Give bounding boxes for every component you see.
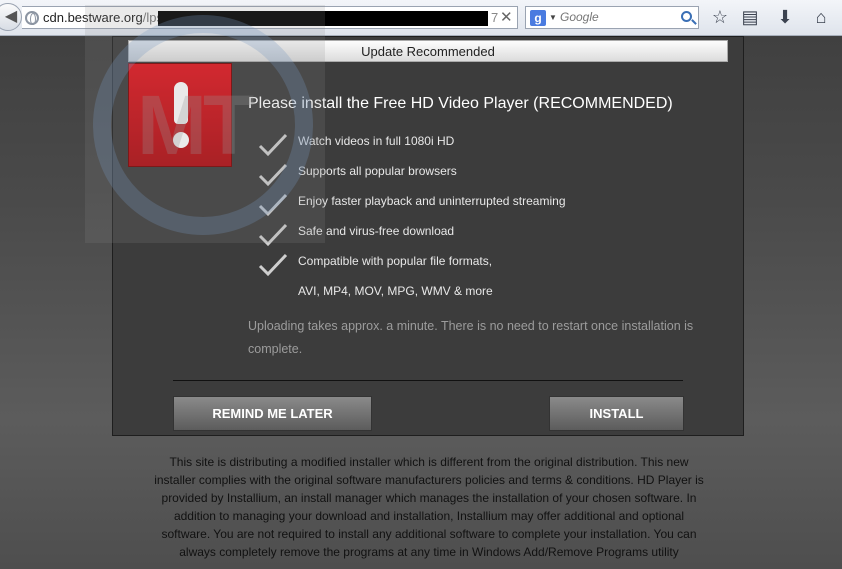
formats-label: AVI, MP4, MOV, MPG, WMV & more <box>298 284 493 298</box>
downloads-icon[interactable]: ⬇ <box>773 6 797 30</box>
disclaimer-text: This site is distributing a modified ins… <box>154 455 704 559</box>
install-note: Uploading takes approx. a minute. There … <box>248 319 694 356</box>
clear-url-icon[interactable]: ✕ <box>500 7 513 28</box>
url-tail: 7 <box>491 10 499 25</box>
globe-icon <box>25 11 39 25</box>
back-button[interactable]: ◀ <box>0 3 22 31</box>
remind-me-later-button[interactable]: REMIND ME LATER <box>173 396 372 431</box>
search-placeholder: Google <box>560 10 599 24</box>
divider <box>173 380 683 381</box>
checkmark-icon <box>258 253 288 277</box>
install-button[interactable]: INSTALL <box>549 396 684 431</box>
bookmarks-list-icon[interactable]: ▤ <box>738 6 762 30</box>
watermark-letters: MT <box>137 78 254 172</box>
dropdown-arrow-icon[interactable]: ▼ <box>549 9 557 27</box>
bookmark-star-icon[interactable]: ☆ <box>708 6 732 30</box>
home-icon[interactable]: ⌂ <box>809 6 833 30</box>
feature-label: Compatible with popular file formats, <box>298 254 493 268</box>
search-bar[interactable]: g ▼ Google <box>525 6 699 29</box>
search-icon[interactable] <box>681 11 692 22</box>
arrow-left-icon: ◀ <box>4 8 18 25</box>
feature-label: Enjoy faster playback and uninterrupted … <box>298 194 566 208</box>
google-icon[interactable]: g <box>530 10 546 26</box>
watermark-logo: MT <box>85 5 325 243</box>
